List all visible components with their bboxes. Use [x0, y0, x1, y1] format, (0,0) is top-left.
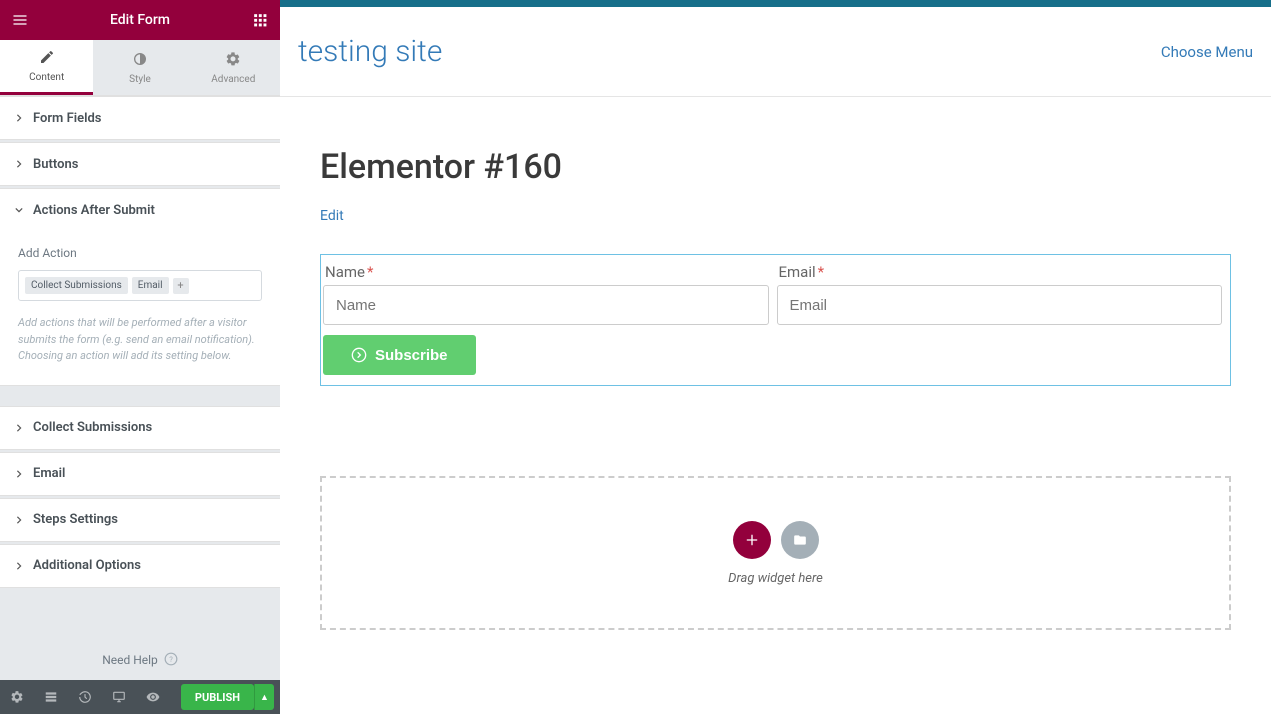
edit-link[interactable]: Edit — [320, 208, 344, 224]
widget-dropzone[interactable]: Drag widget here — [320, 476, 1231, 630]
section-email-head[interactable]: Email — [0, 453, 280, 495]
site-header: testing site Choose Menu — [280, 7, 1271, 97]
email-input[interactable] — [777, 285, 1223, 325]
required-mark: * — [818, 263, 824, 281]
section-actions-after-submit: Actions After Submit Add Action Collect … — [0, 188, 280, 386]
chevron-right-icon — [15, 470, 23, 478]
template-library-button[interactable] — [781, 521, 819, 559]
panel-tabs: Content Style Advanced — [0, 40, 280, 96]
section-email: Email — [0, 452, 280, 496]
add-section-button[interactable] — [733, 521, 771, 559]
help-icon: ? — [164, 652, 178, 669]
apps-grid-button[interactable] — [240, 0, 280, 40]
name-field-label: Name* — [323, 263, 769, 281]
tab-content[interactable]: Content — [0, 40, 93, 95]
section-collect-submissions: Collect Submissions — [0, 406, 280, 450]
name-label-text: Name — [325, 263, 365, 281]
tab-style[interactable]: Style — [93, 40, 186, 95]
name-input[interactable] — [323, 285, 769, 325]
tab-style-label: Style — [129, 74, 151, 85]
publish-button[interactable]: PUBLISH — [181, 684, 254, 710]
preview-button[interactable] — [136, 680, 170, 714]
actions-helper-text: Add actions that will be performed after… — [18, 315, 262, 365]
page-title: Elementor #160 — [320, 147, 1231, 187]
section-buttons: Buttons — [0, 142, 280, 186]
tab-advanced-label: Advanced — [211, 74, 255, 85]
half-circle-icon — [132, 51, 148, 74]
hamburger-menu-button[interactable] — [0, 0, 40, 40]
section-additional-options: Additional Options — [0, 544, 280, 588]
section-form-fields-head[interactable]: Form Fields — [0, 97, 280, 139]
preview-canvas: testing site Choose Menu Elementor #160 … — [280, 0, 1271, 714]
section-actions-body: Add Action Collect Submissions Email + A… — [0, 231, 280, 385]
add-action-button[interactable]: + — [173, 278, 189, 294]
section-additional-title: Additional Options — [33, 558, 141, 573]
section-collect-submissions-title: Collect Submissions — [33, 420, 152, 435]
section-collect-submissions-head[interactable]: Collect Submissions — [0, 407, 280, 449]
section-actions-head[interactable]: Actions After Submit — [0, 189, 280, 231]
chevron-right-icon — [15, 114, 23, 122]
chevron-down-icon — [15, 206, 23, 214]
panel-footer: PUBLISH ▲ — [0, 680, 280, 714]
actions-tag-input[interactable]: Collect Submissions Email + — [18, 270, 262, 301]
need-help-link[interactable]: Need Help ? — [0, 640, 280, 680]
pencil-icon — [39, 49, 55, 72]
section-buttons-title: Buttons — [33, 157, 78, 172]
panel-header: Edit Form — [0, 0, 280, 40]
dropzone-text: Drag widget here — [728, 571, 823, 586]
section-buttons-head[interactable]: Buttons — [0, 143, 280, 185]
section-form-fields: Form Fields — [0, 96, 280, 140]
panel-title: Edit Form — [40, 12, 240, 28]
navigator-button[interactable] — [34, 680, 68, 714]
subscribe-label: Subscribe — [375, 347, 448, 364]
page-content: Elementor #160 Edit Name* Email* — [280, 97, 1271, 680]
site-title[interactable]: testing site — [298, 34, 442, 69]
svg-text:?: ? — [169, 654, 173, 663]
publish-options-button[interactable]: ▲ — [254, 684, 274, 710]
panel-sections: Form Fields Buttons Actions After Submit… — [0, 96, 280, 640]
tab-advanced[interactable]: Advanced — [187, 40, 280, 95]
chevron-right-icon — [15, 562, 23, 570]
form-widget[interactable]: Name* Email* Subscribe — [320, 254, 1231, 386]
section-steps-title: Steps Settings — [33, 512, 118, 527]
arrow-right-circle-icon — [351, 347, 367, 363]
email-label-text: Email — [779, 263, 816, 281]
gear-icon — [225, 51, 241, 74]
section-steps-head[interactable]: Steps Settings — [0, 499, 280, 541]
section-email-title: Email — [33, 466, 65, 481]
tag-email[interactable]: Email — [132, 277, 169, 294]
responsive-button[interactable] — [102, 680, 136, 714]
chevron-right-icon — [15, 424, 23, 432]
tab-content-label: Content — [29, 72, 64, 83]
settings-button[interactable] — [0, 680, 34, 714]
add-action-label: Add Action — [18, 246, 262, 260]
chevron-right-icon — [15, 160, 23, 168]
section-actions-title: Actions After Submit — [33, 203, 155, 218]
history-button[interactable] — [68, 680, 102, 714]
section-form-fields-title: Form Fields — [33, 111, 101, 126]
editor-panel: Edit Form Content Style Advanced Form — [0, 0, 280, 714]
section-additional-head[interactable]: Additional Options — [0, 545, 280, 587]
section-steps-settings: Steps Settings — [0, 498, 280, 542]
email-field-label: Email* — [777, 263, 1223, 281]
need-help-label: Need Help — [102, 653, 158, 667]
required-mark: * — [367, 263, 373, 281]
publish-label: PUBLISH — [195, 691, 240, 704]
tag-collect-submissions[interactable]: Collect Submissions — [25, 277, 128, 294]
subscribe-button[interactable]: Subscribe — [323, 335, 476, 375]
choose-menu-link[interactable]: Choose Menu — [1161, 43, 1253, 61]
chevron-right-icon — [15, 516, 23, 524]
